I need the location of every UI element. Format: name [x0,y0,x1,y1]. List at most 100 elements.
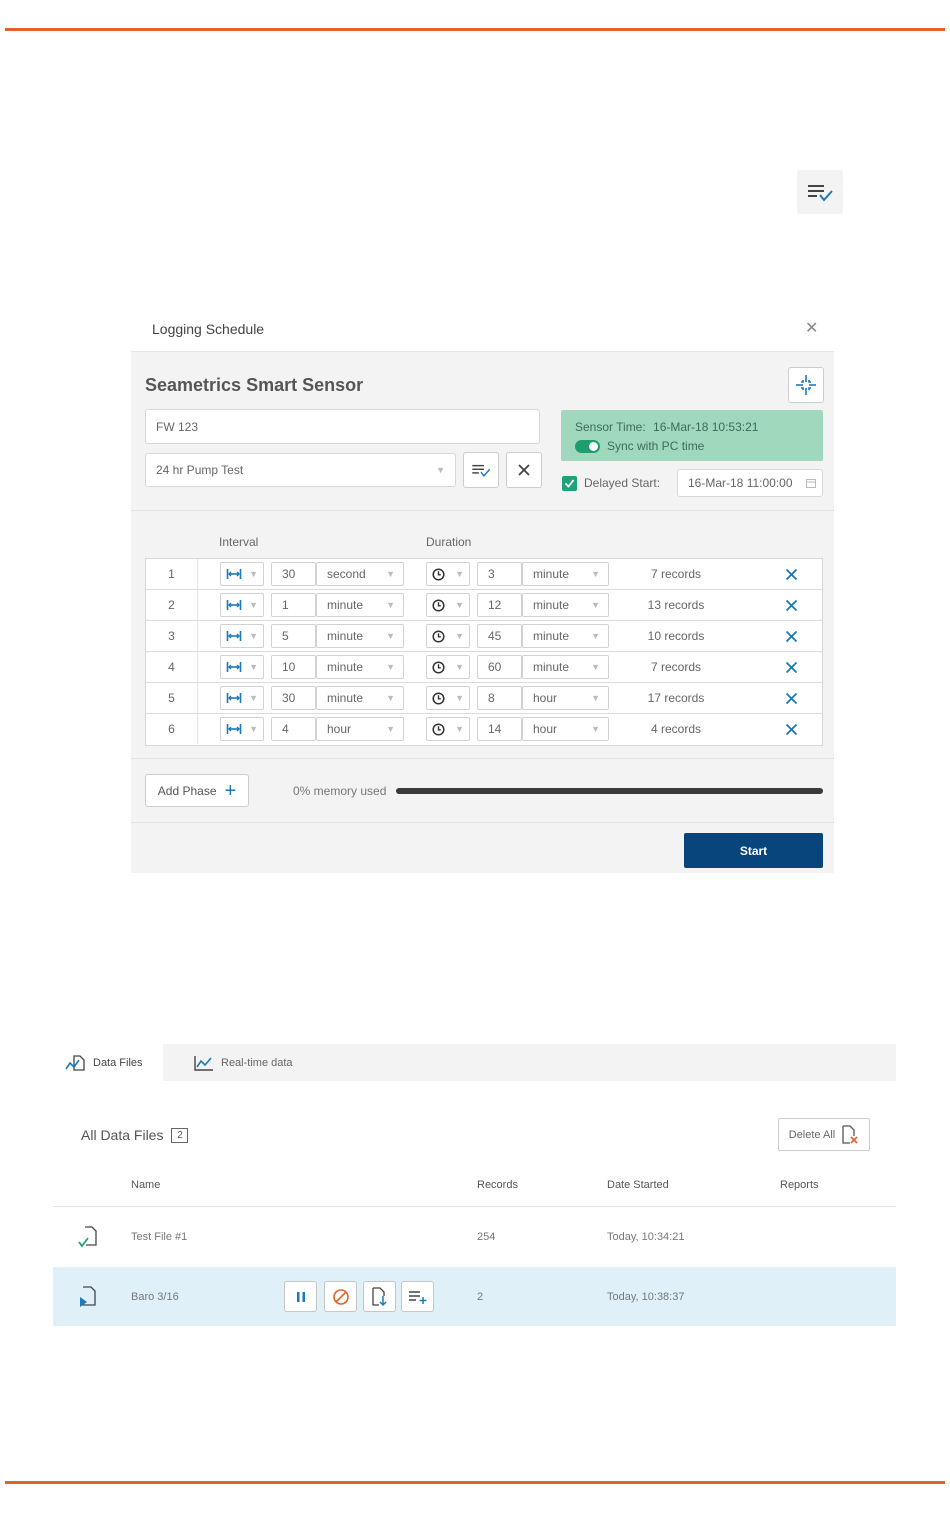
clear-schedule-button[interactable] [506,452,542,488]
phase-table: 1 ▼ 30 second ▼ ▼ 3 minute ▼ 7 records 2 ▼ 1 minute ▼ ▼… [145,558,823,746]
duration-value-input[interactable]: 12 [477,593,522,617]
delete-all-button[interactable]: Delete All [778,1118,870,1151]
interval-unit-select[interactable]: hour ▼ [316,717,404,741]
interval-icon [226,692,242,704]
file-row[interactable]: Baro 3/16 2 Today, 10:38:37 [53,1267,896,1326]
interval-value-input[interactable]: 10 [271,655,316,679]
close-icon [785,599,798,612]
chevron-down-icon: ▼ [455,569,464,579]
schedule-select-value: 24 hr Pump Test [156,463,244,477]
chevron-down-icon: ▼ [249,693,258,703]
duration-unit-value: minute [533,660,570,674]
remove-phase-button[interactable] [780,717,802,741]
schedule-select[interactable]: 24 hr Pump Test ▼ [145,453,456,487]
duration-unit-value: minute [533,629,570,643]
column-header-name[interactable]: Name [131,1179,160,1191]
interval-type-select[interactable]: ▼ [220,562,264,586]
sensor-time-line: Sensor Time: 16-Mar-18 10:53:21 [575,420,758,434]
duration-unit-value: hour [533,722,558,736]
stop-button[interactable] [324,1281,357,1312]
duration-type-select[interactable]: ▼ [426,593,470,617]
interval-value-input[interactable]: 4 [271,717,316,741]
chevron-down-icon: ▼ [386,600,395,610]
column-header-records[interactable]: Records [477,1179,518,1191]
duration-unit-select[interactable]: minute ▼ [522,624,609,648]
add-phase-button[interactable]: Add Phase + [145,774,249,807]
close-icon[interactable]: ✕ [805,321,818,337]
interval-type-select[interactable]: ▼ [220,686,264,710]
interval-value-input[interactable]: 30 [271,686,316,710]
duration-value-input[interactable]: 8 [477,686,522,710]
delayed-start-checkbox[interactable] [562,476,577,491]
duration-unit-select[interactable]: minute ▼ [522,655,609,679]
pause-button[interactable] [284,1281,317,1312]
interval-unit-select[interactable]: minute ▼ [316,686,404,710]
interval-value-input[interactable]: 30 [271,562,316,586]
chevron-down-icon: ▼ [249,662,258,672]
logging-schedule-icon-button[interactable] [797,170,843,214]
interval-type-select[interactable]: ▼ [220,655,264,679]
locate-sensor-button[interactable] [788,367,824,403]
tab-realtime-data[interactable]: Real-time data [193,1044,293,1081]
duration-type-select[interactable]: ▼ [426,562,470,586]
duration-unit-select[interactable]: hour ▼ [522,717,609,741]
logger-name-input[interactable]: FW 123 [145,409,540,444]
clock-icon [432,567,445,581]
start-button[interactable]: Start [684,833,823,868]
plus-icon: + [224,779,237,802]
interval-type-select[interactable]: ▼ [220,717,264,741]
load-schedule-button[interactable] [463,452,499,488]
clock-icon [432,660,445,674]
interval-value-input[interactable]: 5 [271,624,316,648]
tab-data-files-label: Data Files [93,1056,143,1069]
close-icon [785,568,798,581]
remove-phase-button[interactable] [780,624,802,648]
remove-phase-button[interactable] [780,655,802,679]
duration-type-select[interactable]: ▼ [426,717,470,741]
duration-type-select[interactable]: ▼ [426,655,470,679]
delayed-start-input[interactable]: 16-Mar-18 11:00:00 [677,469,823,497]
interval-value-input[interactable]: 1 [271,593,316,617]
sync-toggle[interactable] [575,439,600,453]
interval-unit-select[interactable]: minute ▼ [316,593,404,617]
remove-phase-button[interactable] [780,593,802,617]
close-icon [785,723,798,736]
sensor-name: Seametrics Smart Sensor [145,375,364,395]
remove-phase-button[interactable] [780,562,802,586]
column-header-date-started[interactable]: Date Started [607,1179,669,1191]
interval-icon [226,723,242,735]
column-header-reports[interactable]: Reports [780,1179,819,1191]
duration-unit-select[interactable]: minute ▼ [522,562,609,586]
download-button[interactable] [363,1281,396,1312]
phase-records: 4 records [650,722,702,736]
interval-unit-select[interactable]: minute ▼ [316,624,404,648]
duration-unit-select[interactable]: minute ▼ [522,593,609,617]
duration-type-select[interactable]: ▼ [426,686,470,710]
duration-value-input[interactable]: 60 [477,655,522,679]
interval-unit-select[interactable]: minute ▼ [316,655,404,679]
clock-icon [432,722,445,736]
interval-type-select[interactable]: ▼ [220,593,264,617]
duration-unit-select[interactable]: hour ▼ [522,686,609,710]
dialog-title: Logging Schedule [152,321,265,337]
interval-unit-select[interactable]: second ▼ [316,562,404,586]
interval-type-select[interactable]: ▼ [220,624,264,648]
checkmark-icon [564,479,575,488]
duration-value-input[interactable]: 45 [477,624,522,648]
file-row[interactable]: Test File #1 254 Today, 10:34:21 [53,1207,896,1266]
phase-records: 7 records [650,660,702,674]
duration-type-select[interactable]: ▼ [426,624,470,648]
duration-value-input[interactable]: 14 [477,717,522,741]
chevron-down-icon: ▼ [386,631,395,641]
delete-all-label: Delete All [788,1128,836,1141]
sensor-time-panel: Sensor Time: 16-Mar-18 10:53:21 Sync wit… [561,410,823,461]
interval-icon [226,630,242,642]
tab-data-files[interactable]: Data Files [53,1044,163,1081]
remove-phase-button[interactable] [780,686,802,710]
files-title-text: All Data Files [81,1127,164,1143]
add-to-report-button[interactable] [401,1281,434,1312]
phase-number: 5 [146,683,198,713]
phase-row: 4 ▼ 10 minute ▼ ▼ 60 minute ▼ 7 records [146,652,822,683]
data-files-icon [65,1054,85,1071]
duration-value-input[interactable]: 3 [477,562,522,586]
